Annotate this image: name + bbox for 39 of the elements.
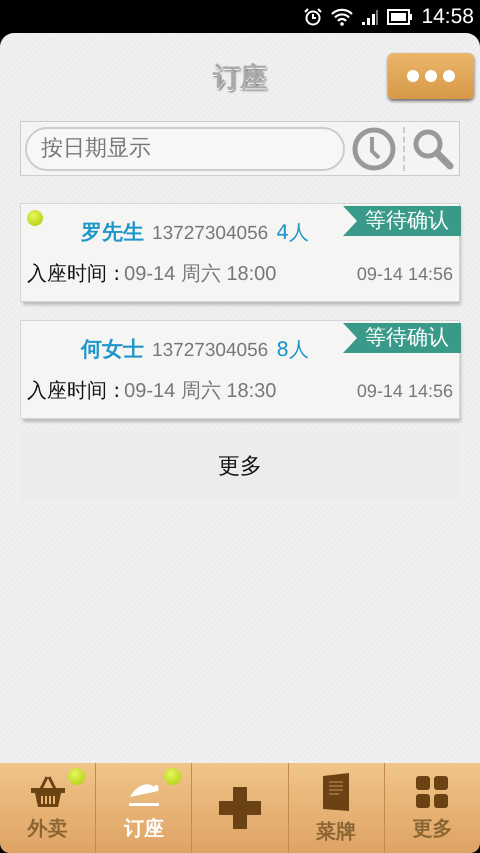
alarm-icon	[303, 6, 324, 26]
basket-icon	[28, 774, 67, 808]
status-ribbon: 等待确认	[343, 206, 461, 236]
wifi-icon	[331, 8, 354, 26]
seat-time: 09-14 周六 18:30	[124, 379, 276, 404]
tab-label: 更多	[412, 814, 452, 842]
tab[interactable]: 外卖	[0, 763, 96, 853]
phone-number: 13727304056	[152, 340, 268, 362]
created-time: 09-14 14:56	[356, 381, 453, 402]
status-ribbon: 等待确认	[343, 323, 461, 353]
phone-number: 13727304056	[152, 223, 268, 245]
status-time: 14:58	[421, 4, 474, 28]
created-time: 09-14 14:56	[356, 264, 453, 285]
reservation-card[interactable]: 等待确认 罗先生 13727304056 4人 入座时间 : 09-14 周六 18:00 09-14 14:56	[20, 203, 460, 302]
search-icon[interactable]	[411, 126, 455, 170]
signal-icon	[361, 8, 380, 26]
party-size: 4人	[276, 219, 309, 246]
seat-time: 09-14 周六 18:00	[124, 262, 276, 287]
tab-label: 外卖	[28, 814, 68, 842]
menu-book-icon	[321, 772, 352, 812]
page-title: 订座	[213, 61, 267, 95]
overflow-menu-button[interactable]	[388, 53, 474, 99]
party-size: 8人	[276, 336, 309, 363]
tab[interactable]: 菜牌	[288, 763, 385, 853]
load-more-button[interactable]: 更多	[20, 433, 460, 499]
customer-name: 罗先生	[81, 219, 144, 246]
clock-icon[interactable]	[351, 126, 397, 172]
tab-label: 订座	[124, 814, 164, 842]
battery-icon	[387, 8, 414, 24]
tab[interactable]: 订座	[96, 763, 192, 853]
tab-label: 菜牌	[316, 818, 356, 844]
date-search-field[interactable]: 按日期显示	[25, 126, 345, 170]
grid-icon	[415, 774, 450, 808]
tab[interactable]: 更多	[384, 763, 480, 853]
seat-time-label: 入座时间 :	[27, 377, 120, 404]
plus-icon	[217, 785, 263, 831]
reservation-card[interactable]: 等待确认 何女士 13727304056 8人 入座时间 : 09-14 周六 18:30 09-14 14:56	[20, 320, 460, 419]
seat-time-label: 入座时间 :	[27, 260, 120, 287]
customer-name: 何女士	[81, 336, 144, 363]
